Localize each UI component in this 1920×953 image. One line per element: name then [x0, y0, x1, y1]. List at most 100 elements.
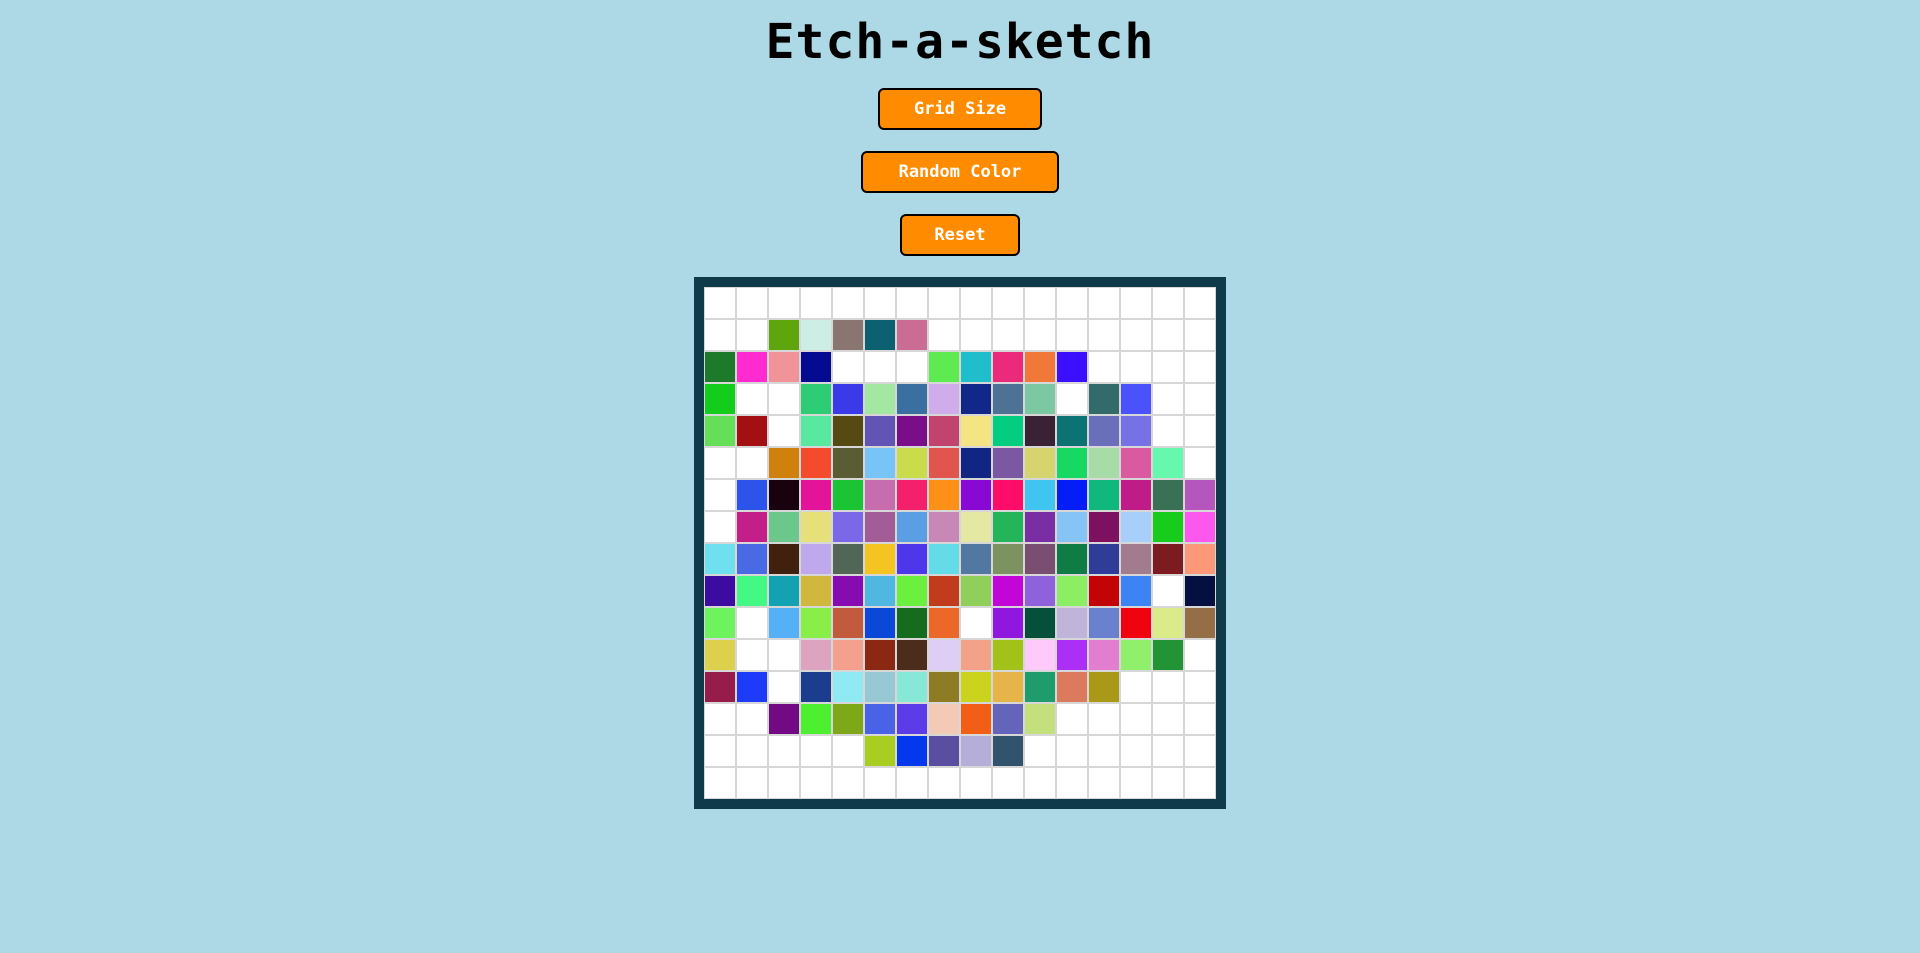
grid-cell[interactable]	[832, 383, 864, 415]
grid-cell[interactable]	[800, 607, 832, 639]
grid-cell[interactable]	[864, 767, 896, 799]
grid-cell[interactable]	[832, 351, 864, 383]
grid-cell[interactable]	[992, 447, 1024, 479]
grid-cell[interactable]	[1088, 703, 1120, 735]
grid-cell[interactable]	[1152, 767, 1184, 799]
grid-cell[interactable]	[864, 703, 896, 735]
grid-cell[interactable]	[1056, 575, 1088, 607]
grid-cell[interactable]	[704, 607, 736, 639]
grid-cell[interactable]	[1120, 447, 1152, 479]
grid-cell[interactable]	[992, 287, 1024, 319]
grid-cell[interactable]	[1088, 607, 1120, 639]
grid-cell[interactable]	[704, 287, 736, 319]
grid-cell[interactable]	[1120, 575, 1152, 607]
grid-cell[interactable]	[832, 735, 864, 767]
grid-cell[interactable]	[704, 415, 736, 447]
grid-cell[interactable]	[992, 607, 1024, 639]
grid-cell[interactable]	[1184, 543, 1216, 575]
grid-cell[interactable]	[864, 671, 896, 703]
grid-cell[interactable]	[1088, 415, 1120, 447]
grid-cell[interactable]	[928, 415, 960, 447]
grid-cell[interactable]	[704, 671, 736, 703]
grid-cell[interactable]	[736, 415, 768, 447]
grid-cell[interactable]	[832, 287, 864, 319]
grid-cell[interactable]	[704, 735, 736, 767]
grid-cell[interactable]	[1152, 607, 1184, 639]
grid-cell[interactable]	[704, 703, 736, 735]
grid-cell[interactable]	[928, 447, 960, 479]
grid-cell[interactable]	[992, 479, 1024, 511]
grid-cell[interactable]	[928, 543, 960, 575]
grid-cell[interactable]	[832, 703, 864, 735]
grid-cell[interactable]	[1088, 511, 1120, 543]
grid-cell[interactable]	[992, 511, 1024, 543]
grid-cell[interactable]	[768, 383, 800, 415]
grid-cell[interactable]	[768, 287, 800, 319]
reset-button[interactable]: Reset	[900, 214, 1020, 256]
grid-cell[interactable]	[1152, 671, 1184, 703]
grid-cell[interactable]	[1120, 479, 1152, 511]
grid-cell[interactable]	[1120, 767, 1152, 799]
grid-cell[interactable]	[800, 575, 832, 607]
grid-cell[interactable]	[1088, 543, 1120, 575]
grid-cell[interactable]	[960, 671, 992, 703]
grid-cell[interactable]	[1088, 287, 1120, 319]
grid-cell[interactable]	[800, 511, 832, 543]
grid-cell[interactable]	[864, 511, 896, 543]
grid-cell[interactable]	[960, 575, 992, 607]
grid-cell[interactable]	[896, 447, 928, 479]
grid-cell[interactable]	[1184, 511, 1216, 543]
grid-cell[interactable]	[704, 767, 736, 799]
grid-cell[interactable]	[960, 319, 992, 351]
grid-cell[interactable]	[768, 607, 800, 639]
grid-cell[interactable]	[768, 511, 800, 543]
grid-cell[interactable]	[736, 767, 768, 799]
grid-cell[interactable]	[1184, 767, 1216, 799]
grid-cell[interactable]	[864, 351, 896, 383]
grid-cell[interactable]	[896, 767, 928, 799]
grid-cell[interactable]	[1120, 415, 1152, 447]
grid-cell[interactable]	[864, 447, 896, 479]
grid-cell[interactable]	[896, 639, 928, 671]
grid-cell[interactable]	[1184, 287, 1216, 319]
grid-cell[interactable]	[864, 319, 896, 351]
grid-cell[interactable]	[864, 543, 896, 575]
grid-cell[interactable]	[928, 671, 960, 703]
grid-cell[interactable]	[768, 543, 800, 575]
grid-cell[interactable]	[896, 703, 928, 735]
grid-cell[interactable]	[896, 607, 928, 639]
grid-cell[interactable]	[1184, 319, 1216, 351]
grid-cell[interactable]	[1152, 287, 1184, 319]
grid-cell[interactable]	[1184, 447, 1216, 479]
grid-cell[interactable]	[704, 639, 736, 671]
grid-cell[interactable]	[1152, 415, 1184, 447]
grid-cell[interactable]	[1088, 383, 1120, 415]
grid-cell[interactable]	[896, 511, 928, 543]
grid-cell[interactable]	[768, 447, 800, 479]
grid-cell[interactable]	[768, 735, 800, 767]
grid-cell[interactable]	[736, 703, 768, 735]
grid-cell[interactable]	[992, 767, 1024, 799]
grid-cell[interactable]	[1056, 319, 1088, 351]
grid-cell[interactable]	[800, 671, 832, 703]
grid-cell[interactable]	[1152, 639, 1184, 671]
grid-cell[interactable]	[896, 735, 928, 767]
grid-cell[interactable]	[992, 319, 1024, 351]
grid-cell[interactable]	[768, 767, 800, 799]
grid-cell[interactable]	[800, 703, 832, 735]
grid-cell[interactable]	[1024, 703, 1056, 735]
grid-cell[interactable]	[1024, 639, 1056, 671]
grid-cell[interactable]	[736, 543, 768, 575]
grid-cell[interactable]	[960, 383, 992, 415]
grid-cell[interactable]	[768, 479, 800, 511]
grid-cell[interactable]	[1184, 351, 1216, 383]
grid-cell[interactable]	[736, 511, 768, 543]
grid-cell[interactable]	[1056, 511, 1088, 543]
grid-cell[interactable]	[992, 575, 1024, 607]
grid-cell[interactable]	[960, 735, 992, 767]
grid-cell[interactable]	[1024, 767, 1056, 799]
grid-cell[interactable]	[1120, 735, 1152, 767]
grid-cell[interactable]	[736, 351, 768, 383]
grid-cell[interactable]	[736, 575, 768, 607]
grid-cell[interactable]	[704, 479, 736, 511]
